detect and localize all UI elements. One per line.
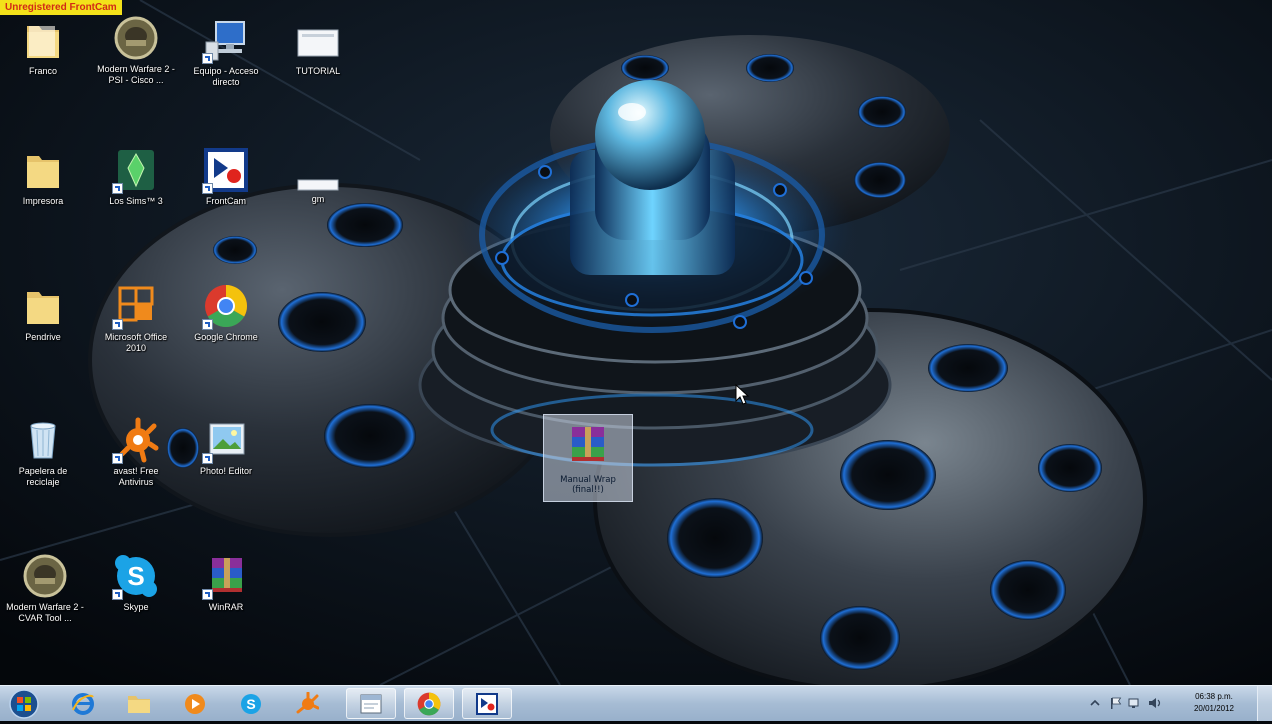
- taskbar-clock[interactable]: 06:38 p.m. 20/01/2012: [1184, 691, 1244, 715]
- desktop-icon-los-sims[interactable]: Los Sims™ 3: [96, 146, 176, 207]
- frontcam-icon: [202, 146, 250, 194]
- svg-text:S: S: [246, 696, 255, 712]
- frontcam-watermark: Unregistered FrontCam: [0, 0, 122, 15]
- skype-icon: S: [112, 552, 160, 600]
- desktop-icon-tutorial[interactable]: TUTORIAL: [278, 16, 358, 77]
- skype-icon: S: [241, 693, 261, 714]
- desktop-icon-papelera[interactable]: Papelera de reciclaje: [3, 416, 83, 488]
- taskbar-internet-explorer[interactable]: [58, 688, 108, 719]
- game-soldier-icon: [21, 552, 69, 600]
- desktop-icon-label: Microsoft Office 2010: [104, 332, 168, 353]
- desktop-icon-label: Pendrive: [25, 332, 61, 342]
- taskbar-explorer[interactable]: [114, 688, 164, 719]
- desktop-icon-label: Modern Warfare 2 - PSI - Cisco ...: [97, 64, 175, 85]
- desktop-icon-label: Equipo - Acceso directo: [193, 66, 259, 87]
- avast-icon: [296, 691, 319, 713]
- shortcut-arrow-icon: [112, 589, 123, 600]
- shortcut-arrow-icon: [202, 453, 213, 464]
- show-desktop-button[interactable]: [1257, 686, 1272, 721]
- desktop-icon-avast[interactable]: avast! Free Antivirus: [96, 416, 176, 488]
- svg-text:S: S: [127, 561, 144, 591]
- selected-file-label: Manual Wrap (final!!): [560, 475, 616, 495]
- desktop-icon-pendrive[interactable]: Pendrive: [3, 282, 83, 343]
- desktop-icon-equipo[interactable]: Equipo - Acceso directo: [186, 16, 266, 88]
- shortcut-arrow-icon: [112, 319, 123, 330]
- action-center-flag-icon[interactable]: [1108, 697, 1122, 709]
- desktop-icon-label: Papelera de reciclaje: [18, 466, 68, 487]
- desktop-icon-label: Google Chrome: [194, 332, 258, 342]
- document-thumbnail-icon: [294, 16, 342, 64]
- desktop-icon-chrome[interactable]: Google Chrome: [186, 282, 266, 343]
- system-tray: 06:38 p.m. 20/01/2012: [1082, 686, 1272, 721]
- desktop-icon-label: Skype: [123, 602, 149, 612]
- desktop-icon-label: Franco: [28, 66, 57, 76]
- frontcam-icon: [476, 692, 498, 715]
- network-icon[interactable]: [1128, 697, 1142, 709]
- document-thumbnail-icon: [294, 166, 342, 192]
- taskbar-skype[interactable]: S: [226, 688, 276, 719]
- computer-icon: [202, 16, 250, 64]
- internet-explorer-icon: [72, 692, 94, 715]
- volume-icon[interactable]: [1148, 697, 1162, 709]
- taskbar-avast[interactable]: [282, 688, 332, 719]
- start-button[interactable]: [4, 687, 44, 720]
- desktop-icon-frontcam[interactable]: FrontCam: [186, 146, 266, 207]
- shortcut-arrow-icon: [112, 183, 123, 194]
- show-hidden-icons-icon[interactable]: [1088, 697, 1102, 709]
- office-icon: [112, 282, 160, 330]
- desktop-icon-label: Modern Warfare 2 - CVAR Tool ...: [6, 602, 84, 623]
- photo-editor-icon: [202, 416, 250, 464]
- shortcut-arrow-icon: [202, 53, 213, 64]
- recycle-bin-icon: [19, 416, 67, 464]
- desktop-icon-modern-warfare-psi[interactable]: Modern Warfare 2 - PSI - Cisco ...: [96, 14, 176, 86]
- shortcut-arrow-icon: [202, 319, 213, 330]
- folder-icon: [19, 146, 67, 194]
- media-player-icon: [185, 693, 205, 714]
- desktop-icon-winrar[interactable]: WinRAR: [186, 552, 266, 613]
- folder-icon: [19, 282, 67, 330]
- winrar-archive-icon: [564, 421, 612, 469]
- desktop-icon-label: FrontCam: [205, 196, 246, 206]
- desktop-icon-photo-editor[interactable]: Photo! Editor: [186, 416, 266, 477]
- sims-icon: [112, 146, 160, 194]
- taskbar-chrome[interactable]: [404, 688, 454, 719]
- avast-icon: [112, 416, 160, 464]
- chrome-icon: [417, 692, 441, 715]
- shortcut-arrow-icon: [112, 453, 123, 464]
- clock-time: 06:38 p.m.: [1195, 692, 1233, 701]
- window-icon: [360, 694, 382, 713]
- taskbar-media-player[interactable]: [170, 688, 220, 719]
- desktop-icon-label: Los Sims™ 3: [109, 196, 163, 206]
- desktop-icon-modern-warfare-cvar[interactable]: Modern Warfare 2 - CVAR Tool ...: [5, 552, 85, 624]
- shortcut-arrow-icon: [202, 589, 213, 600]
- desktop-icon-impresora[interactable]: Impresora: [3, 146, 83, 207]
- taskbar-frontcam[interactable]: [462, 688, 512, 719]
- desktop-icon-gm[interactable]: gm: [278, 166, 358, 205]
- desktop-icon-franco[interactable]: Franco: [3, 16, 83, 77]
- clock-date: 20/01/2012: [1193, 704, 1235, 713]
- desktop-icon-label: Impresora: [22, 196, 64, 206]
- desktop-icon-skype[interactable]: S Skype: [96, 552, 176, 613]
- game-soldier-icon: [112, 14, 160, 62]
- desktop-icon-label: avast! Free Antivirus: [113, 466, 159, 487]
- folder-icon: [128, 695, 150, 713]
- desktop-icon-label: Photo! Editor: [199, 466, 253, 476]
- desktop-icon-label: WinRAR: [208, 602, 244, 612]
- selected-archive-file[interactable]: Manual Wrap (final!!): [543, 414, 633, 502]
- desktop-icon-label: TUTORIAL: [295, 66, 341, 76]
- taskbar: S 06:38 p.m. 20/01/2012: [0, 685, 1272, 721]
- start-orb-icon: [9, 689, 39, 719]
- desktop-icon-office[interactable]: Microsoft Office 2010: [96, 282, 176, 354]
- folder-icon: [19, 16, 67, 64]
- chrome-icon: [202, 282, 250, 330]
- winrar-icon: [202, 552, 250, 600]
- shortcut-arrow-icon: [202, 183, 213, 194]
- taskbar-window[interactable]: [346, 688, 396, 719]
- desktop-icon-label: gm: [311, 194, 325, 204]
